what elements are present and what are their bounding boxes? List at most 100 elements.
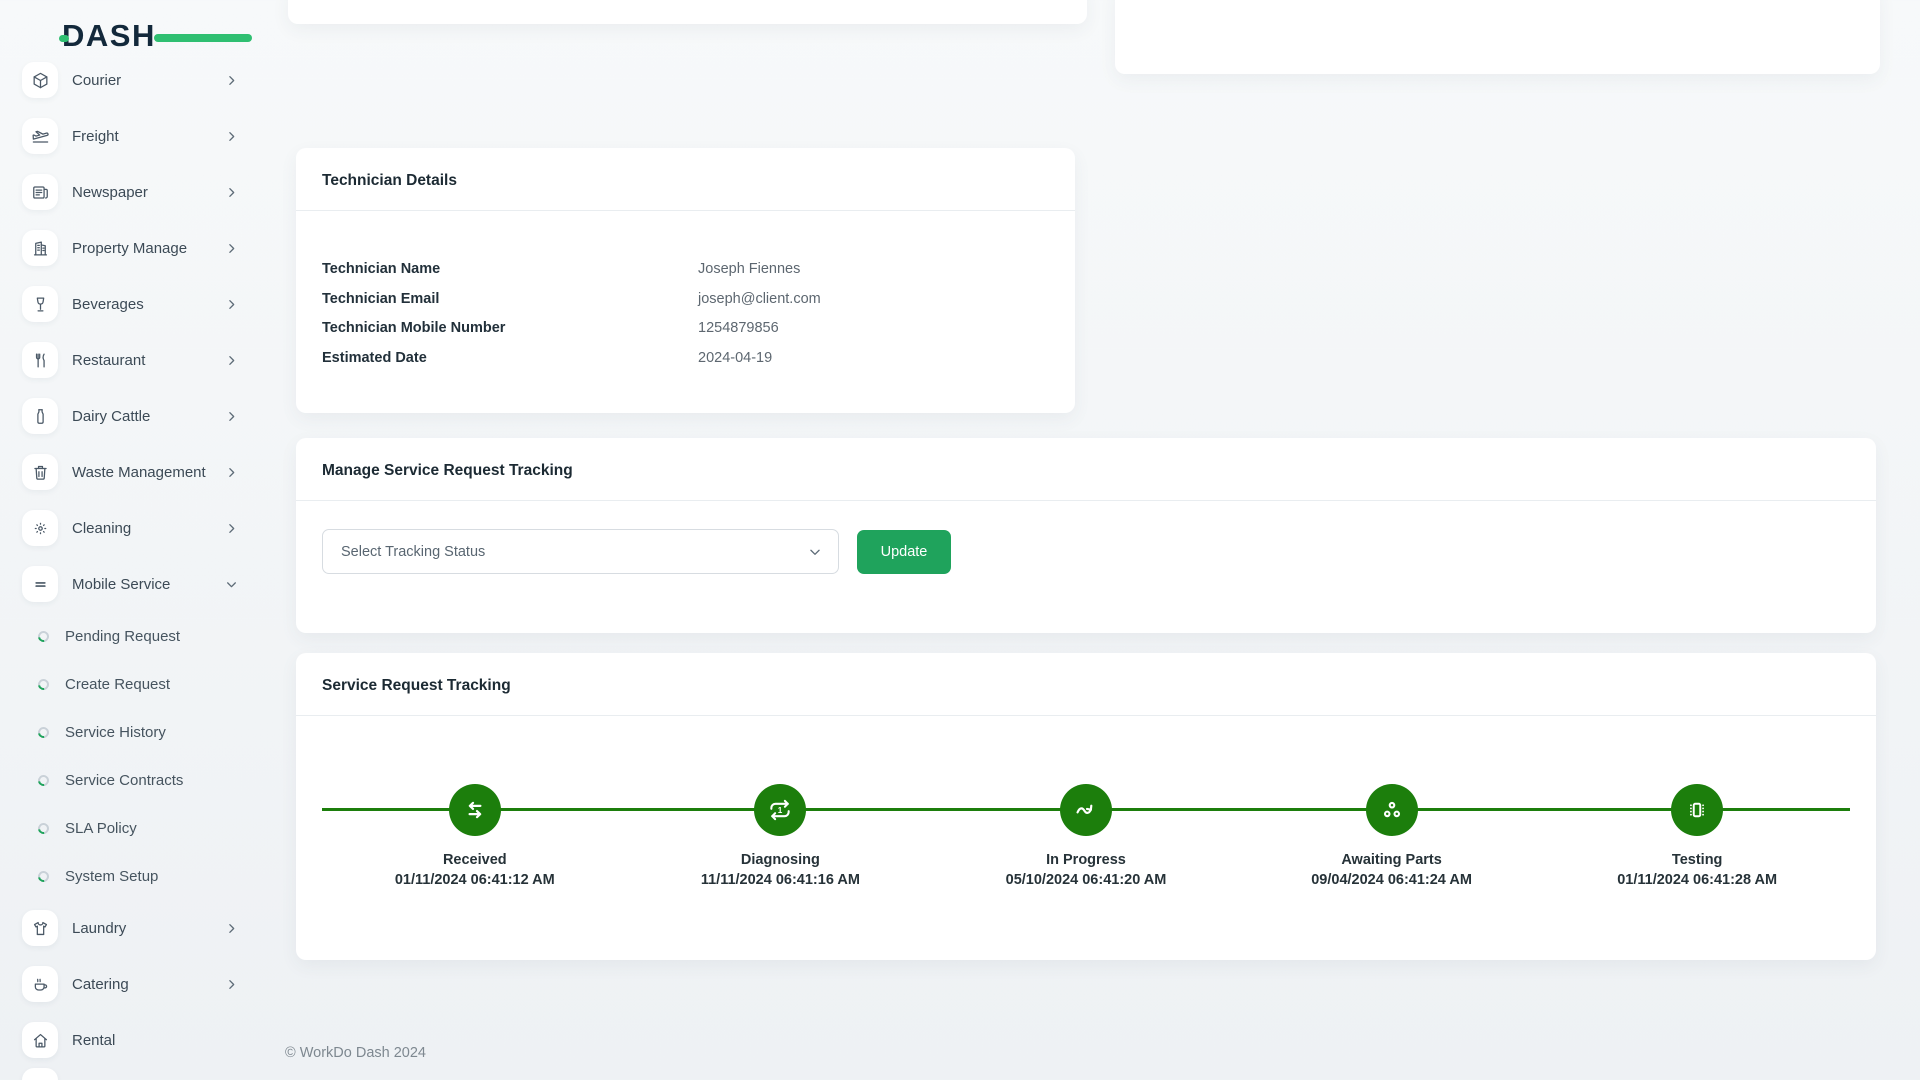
plane-icon	[22, 118, 58, 154]
stage-label: Awaiting Parts	[1341, 852, 1441, 868]
field-row: Estimated Date 2024-04-19	[322, 350, 1049, 380]
sidebar-subitem-create-request[interactable]: Create Request	[0, 660, 262, 708]
sidebar-item-waste-management[interactable]: Waste Management	[0, 444, 262, 500]
stage-label: Received	[443, 852, 507, 868]
sidebar-item-dairy-cattle[interactable]: Dairy Cattle	[0, 388, 262, 444]
sidebar-item-label: Waste Management	[72, 464, 225, 481]
glass-icon	[22, 286, 58, 322]
manage-tracking-card: Manage Service Request Tracking Select T…	[296, 438, 1876, 633]
chevron-right-icon	[225, 186, 238, 199]
sidebar-item-label: Laundry	[72, 920, 225, 937]
swap-arrows-icon	[449, 784, 501, 836]
sun-icon	[22, 510, 58, 546]
field-value: Joseph Fiennes	[698, 261, 1049, 277]
building-icon	[22, 230, 58, 266]
timeline-stage-awaiting-parts: Awaiting Parts 09/04/2024 06:41:24 AM	[1239, 784, 1545, 888]
field-row: Technician Name Joseph Fiennes	[322, 261, 1049, 291]
sidebar-item-label: Mobile Service	[72, 576, 225, 593]
sidebar-item-restaurant[interactable]: Restaurant	[0, 332, 262, 388]
stage-timestamp: 11/11/2024 06:41:16 AM	[701, 872, 860, 888]
sidebar-item-label: Cleaning	[72, 520, 225, 537]
sidebar-item-partial	[22, 1068, 58, 1080]
chevron-right-icon	[225, 298, 238, 311]
chevron-right-icon	[225, 922, 238, 935]
bullet-ring-icon	[36, 676, 51, 691]
logo-dot-accent	[59, 35, 69, 42]
home-icon	[22, 1022, 58, 1058]
logo-bar-accent	[154, 34, 252, 42]
sidebar-subitem-label: Create Request	[65, 676, 170, 693]
stage-label: Diagnosing	[741, 852, 820, 868]
sidebar-subitem-label: System Setup	[65, 868, 158, 885]
previous-card-partial-right	[1115, 0, 1880, 74]
stage-label: In Progress	[1046, 852, 1126, 868]
repeat-icon: 1	[754, 784, 806, 836]
field-label: Technician Mobile Number	[322, 320, 698, 336]
cutlery-icon	[22, 342, 58, 378]
tshirt-icon	[22, 910, 58, 946]
logo-text: DASH	[62, 18, 156, 53]
chevron-right-icon	[225, 130, 238, 143]
newspaper-icon	[22, 174, 58, 210]
field-value: 1254879856	[698, 320, 1049, 336]
field-label: Technician Name	[322, 261, 698, 277]
bullet-ring-icon	[36, 772, 51, 787]
update-button[interactable]: Update	[857, 530, 951, 574]
sidebar-item-label: Rental	[72, 1032, 238, 1049]
sidebar-item-catering[interactable]: Catering	[0, 956, 262, 1012]
chevron-right-icon	[225, 354, 238, 367]
tracking-timeline: Received 01/11/2024 06:41:12 AM 1 Diagno…	[322, 784, 1850, 888]
sidebar-item-courier[interactable]: Courier	[0, 52, 262, 108]
sidebar-item-rental[interactable]: Rental	[0, 1012, 262, 1068]
field-value: 2024-04-19	[698, 350, 1049, 366]
sidebar-item-mobile-service[interactable]: Mobile Service	[0, 556, 262, 612]
sidebar-item-label: Newspaper	[72, 184, 225, 201]
svg-text:1: 1	[778, 806, 783, 815]
nodes-icon	[1366, 784, 1418, 836]
wavy-arrow-icon	[1060, 784, 1112, 836]
sidebar-item-property-manage[interactable]: Property Manage	[0, 220, 262, 276]
milk-bottle-icon	[22, 398, 58, 434]
chevron-down-icon	[225, 578, 238, 591]
timeline-stage-received: Received 01/11/2024 06:41:12 AM	[322, 784, 628, 888]
microchip-icon	[1671, 784, 1723, 836]
chevron-right-icon	[225, 74, 238, 87]
sidebar-item-label: Dairy Cattle	[72, 408, 225, 425]
sidebar-item-beverages[interactable]: Beverages	[0, 276, 262, 332]
sidebar-subitem-service-history[interactable]: Service History	[0, 708, 262, 756]
chevron-right-icon	[225, 242, 238, 255]
sidebar-subitem-label: Service History	[65, 724, 166, 741]
sidebar-nav: Courier Freight Newspaper Property Manag…	[0, 52, 262, 1068]
chevron-right-icon	[225, 978, 238, 991]
sidebar-item-label: Courier	[72, 72, 225, 89]
field-row: Technician Mobile Number 1254879856	[322, 320, 1049, 350]
sidebar-item-newspaper[interactable]: Newspaper	[0, 164, 262, 220]
trash-icon	[22, 454, 58, 490]
sidebar-subitem-pending-request[interactable]: Pending Request	[0, 612, 262, 660]
bullet-ring-icon	[36, 628, 51, 643]
sidebar-item-cleaning[interactable]: Cleaning	[0, 500, 262, 556]
sidebar-subitem-sla-policy[interactable]: SLA Policy	[0, 804, 262, 852]
sidebar-item-laundry[interactable]: Laundry	[0, 900, 262, 956]
chevron-right-icon	[225, 466, 238, 479]
tracking-status-select[interactable]: Select Tracking Status	[322, 529, 839, 574]
sidebar-subitem-label: SLA Policy	[65, 820, 137, 837]
stage-timestamp: 01/11/2024 06:41:12 AM	[395, 872, 555, 888]
chevron-down-icon	[808, 545, 822, 559]
card-title: Technician Details	[296, 148, 1075, 211]
service-request-tracking-card: Service Request Tracking Received 01/11/…	[296, 653, 1876, 960]
sidebar-subitem-label: Pending Request	[65, 628, 180, 645]
sidebar-subitem-label: Service Contracts	[65, 772, 183, 789]
stage-label: Testing	[1672, 852, 1722, 868]
timeline-stage-testing: Testing 01/11/2024 06:41:28 AM	[1544, 784, 1850, 888]
bullet-ring-icon	[36, 868, 51, 883]
field-row: Technician Email joseph@client.com	[322, 291, 1049, 321]
sidebar-subitem-service-contracts[interactable]: Service Contracts	[0, 756, 262, 804]
field-label: Technician Email	[322, 291, 698, 307]
sidebar-item-label: Property Manage	[72, 240, 225, 257]
technician-details-card: Technician Details Technician Name Josep…	[296, 148, 1075, 413]
bullet-ring-icon	[36, 820, 51, 835]
sidebar-item-label: Freight	[72, 128, 225, 145]
sidebar-subitem-system-setup[interactable]: System Setup	[0, 852, 262, 900]
sidebar-item-freight[interactable]: Freight	[0, 108, 262, 164]
